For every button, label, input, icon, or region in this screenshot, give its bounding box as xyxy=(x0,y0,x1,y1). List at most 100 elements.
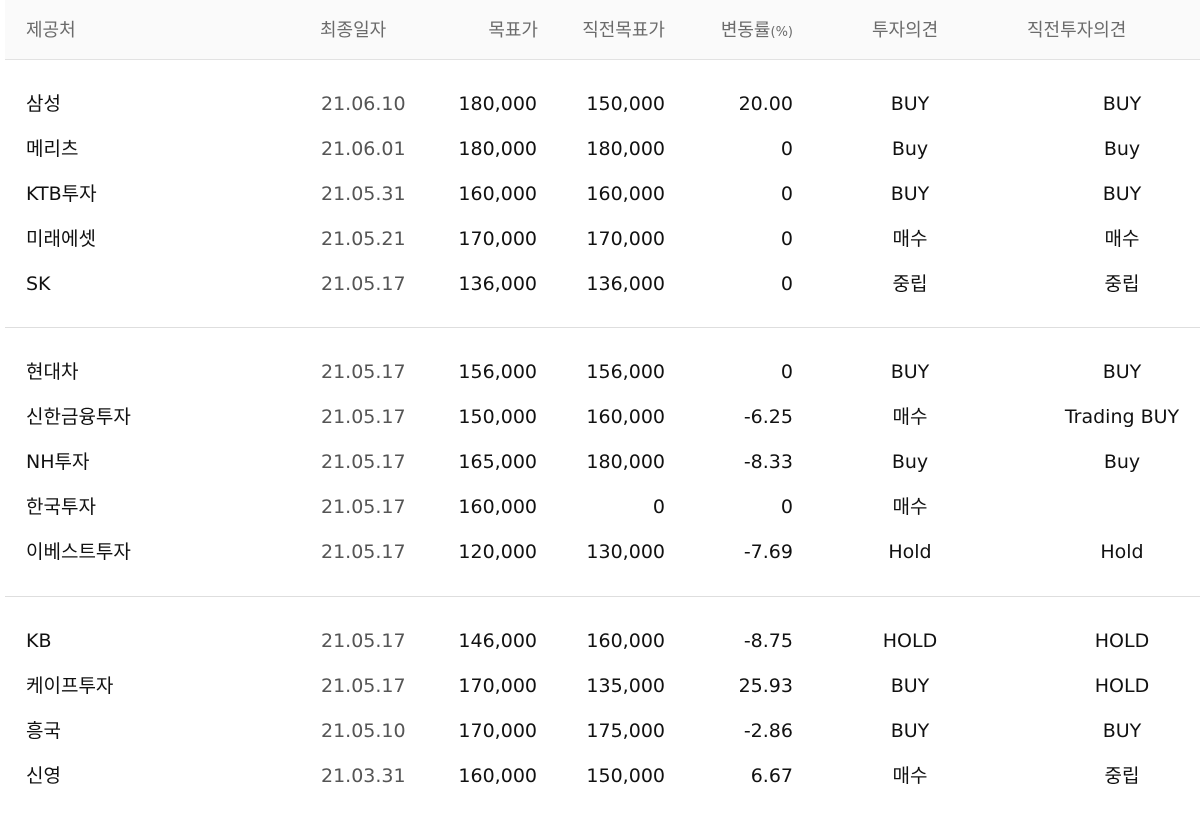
table-row: 신영 21.03.31 160,000 150,000 6.67 매수 중립 xyxy=(5,764,1200,809)
date-cell: 21.06.10 xyxy=(321,93,406,115)
change-rate-cell: -8.75 xyxy=(743,630,793,652)
target-price-cell: 136,000 xyxy=(458,273,537,295)
change-rate-cell: 6.67 xyxy=(750,765,793,787)
target-price-cell: 150,000 xyxy=(458,406,537,428)
change-rate-cell: -7.69 xyxy=(743,541,793,563)
header-change-unit: (%) xyxy=(770,25,794,40)
prev-target-price-cell: 170,000 xyxy=(586,228,665,250)
header-change-label: 변동률 xyxy=(720,20,771,41)
header-target: 목표가 xyxy=(488,20,538,41)
provider-cell: 이베스트투자 xyxy=(26,541,131,563)
provider-cell: KB xyxy=(26,630,52,652)
prev-target-price-cell: 0 xyxy=(652,496,665,518)
opinion-cell-text: 매수 xyxy=(892,765,928,787)
table-header: 제공처 최종일자 목표가 직전목표가 변동률(%) 투자의견 직전투자의견 xyxy=(5,0,1200,60)
prev-target-price-cell: 135,000 xyxy=(586,675,665,697)
provider-cell: 흥국 xyxy=(26,720,61,742)
opinion-cell-text: Buy xyxy=(891,451,929,473)
date-cell: 21.05.21 xyxy=(321,228,406,250)
opinion-cell-text: Buy xyxy=(891,138,929,160)
prev-opinion-cell-text: 중립 xyxy=(1104,765,1140,787)
change-rate-cell: -8.33 xyxy=(743,451,793,473)
provider-cell: KTB투자 xyxy=(26,183,97,205)
target-price-cell: 165,000 xyxy=(458,451,537,473)
table-row: KB 21.05.17 146,000 160,000 -8.75 HOLD HOLD xyxy=(5,629,1200,674)
opinion-cell-text: 매수 xyxy=(892,496,928,518)
target-price-cell: 120,000 xyxy=(458,541,537,563)
provider-cell: NH투자 xyxy=(26,451,90,473)
change-rate-cell: 0 xyxy=(780,183,793,205)
provider-cell: 한국투자 xyxy=(26,496,96,518)
table-row: 삼성 21.06.10 180,000 150,000 20.00 BUY BUY xyxy=(5,92,1200,137)
table-row: NH투자 21.05.17 165,000 180,000 -8.33 Buy Buy xyxy=(5,450,1200,495)
target-price-cell: 146,000 xyxy=(458,630,537,652)
prev-opinion-cell-text: HOLD xyxy=(1094,630,1150,652)
target-price-cell: 160,000 xyxy=(458,183,537,205)
prev-target-price-cell: 160,000 xyxy=(586,183,665,205)
table-row: 흥국 21.05.10 170,000 175,000 -2.86 BUY BUY xyxy=(5,719,1200,764)
prev-target-price-cell: 156,000 xyxy=(586,361,665,383)
prev-opinion-cell-text: 중립 xyxy=(1104,273,1140,295)
target-price-cell: 180,000 xyxy=(458,138,537,160)
change-rate-cell: 0 xyxy=(780,138,793,160)
prev-opinion-cell-text: Buy xyxy=(1103,138,1141,160)
prev-opinion-cell-text: BUY xyxy=(1102,361,1142,383)
table-row: 케이프투자 21.05.17 170,000 135,000 25.93 BUY HOLD xyxy=(5,674,1200,719)
target-price-cell: 170,000 xyxy=(458,675,537,697)
prev-target-price-cell: 150,000 xyxy=(586,93,665,115)
table-row: 현대차 21.05.17 156,000 156,000 0 BUY BUY xyxy=(5,360,1200,405)
provider-cell: 삼성 xyxy=(26,93,61,115)
prev-opinion-cell-text: BUY xyxy=(1102,720,1142,742)
prev-target-price-cell: 160,000 xyxy=(586,630,665,652)
opinion-cell-text: Hold xyxy=(888,541,932,563)
date-cell: 21.05.17 xyxy=(321,630,406,652)
prev-target-price-cell: 180,000 xyxy=(586,138,665,160)
date-cell: 21.03.31 xyxy=(321,765,406,787)
opinion-cell-text: BUY xyxy=(890,361,930,383)
change-rate-cell: -2.86 xyxy=(743,720,793,742)
provider-cell: 신영 xyxy=(26,765,61,787)
date-cell: 21.05.17 xyxy=(321,406,406,428)
opinion-cell-text: 중립 xyxy=(892,273,928,295)
prev-opinion-cell-text: HOLD xyxy=(1094,675,1150,697)
table-row: KTB투자 21.05.31 160,000 160,000 0 BUY BUY xyxy=(5,182,1200,227)
prev-opinion-cell-text: BUY xyxy=(1102,93,1142,115)
change-rate-cell: 20.00 xyxy=(738,93,793,115)
table-row: 신한금융투자 21.05.17 150,000 160,000 -6.25 매수 Tradi… xyxy=(5,405,1200,450)
target-price-cell: 160,000 xyxy=(458,765,537,787)
prev-opinion-cell-text: Buy xyxy=(1103,451,1141,473)
opinion-cell-text: BUY xyxy=(890,675,930,697)
provider-cell: 현대차 xyxy=(26,361,79,383)
header-opinion: 투자의견 xyxy=(872,20,939,41)
provider-cell: 신한금융투자 xyxy=(26,406,131,428)
group-divider xyxy=(5,596,1200,597)
prev-target-price-cell: 150,000 xyxy=(586,765,665,787)
target-price-cell: 160,000 xyxy=(458,496,537,518)
date-cell: 21.05.17 xyxy=(321,451,406,473)
header-change: 변동률(%) xyxy=(721,20,793,44)
prev-opinion-cell-text: Trading BUY xyxy=(1064,406,1180,428)
date-cell: 21.05.17 xyxy=(321,541,406,563)
change-rate-cell: -6.25 xyxy=(743,406,793,428)
date-cell: 21.06.01 xyxy=(321,138,406,160)
change-rate-cell: 25.93 xyxy=(738,675,793,697)
target-price-cell: 156,000 xyxy=(458,361,537,383)
date-cell: 21.05.17 xyxy=(321,273,406,295)
table-row: SK 21.05.17 136,000 136,000 0 중립 중립 xyxy=(5,272,1200,317)
opinion-cell-text: BUY xyxy=(890,183,930,205)
provider-cell: 케이프투자 xyxy=(26,675,114,697)
target-price-cell: 170,000 xyxy=(458,720,537,742)
prev-opinion-cell-text: 매수 xyxy=(1104,228,1140,250)
prev-target-price-cell: 160,000 xyxy=(586,406,665,428)
change-rate-cell: 0 xyxy=(780,496,793,518)
date-cell: 21.05.31 xyxy=(321,183,406,205)
table-row: 메리츠 21.06.01 180,000 180,000 0 Buy Buy xyxy=(5,137,1200,182)
header-date: 최종일자 xyxy=(320,20,387,41)
change-rate-cell: 0 xyxy=(780,228,793,250)
opinion-cell-text: 매수 xyxy=(892,406,928,428)
opinion-cell-text: BUY xyxy=(890,720,930,742)
prev-opinion-cell-text: Hold xyxy=(1100,541,1144,563)
date-cell: 21.05.17 xyxy=(321,675,406,697)
table-row: 한국투자 21.05.17 160,000 0 0 매수 xyxy=(5,495,1200,540)
prev-target-price-cell: 130,000 xyxy=(586,541,665,563)
